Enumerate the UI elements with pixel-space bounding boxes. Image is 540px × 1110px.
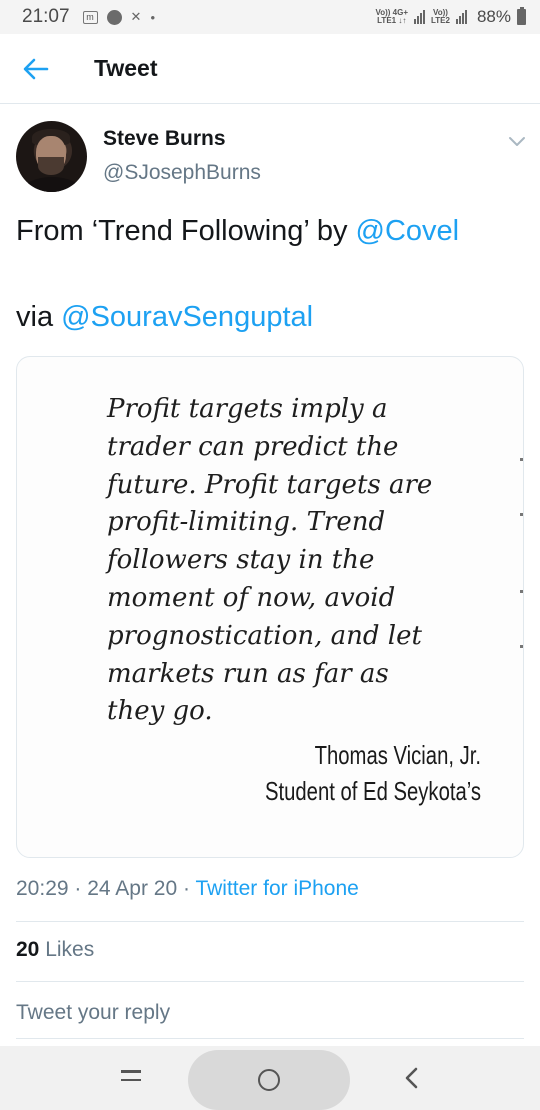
battery-icon <box>517 7 526 25</box>
quote-line: moment of now, avoid <box>107 582 396 613</box>
quote-line: markets run as far as <box>107 658 389 689</box>
likes-count[interactable]: 20 Likes <box>16 938 94 962</box>
home-icon <box>258 1069 280 1091</box>
tweet-text-prefix: From ‘Trend Following’ by <box>16 215 356 247</box>
divider <box>16 981 524 982</box>
tweet-text-line-2: via @SouravSenguptal <box>16 296 526 339</box>
recent-apps-button[interactable] <box>121 1070 141 1084</box>
missed-call-icon: ✕ <box>130 9 142 24</box>
tweet-text: From ‘Trend Following’ by @Covel via @So… <box>16 210 526 339</box>
quote-line: profit-limiting. Trend <box>107 507 386 538</box>
tweet-time: 20:29 <box>16 877 69 900</box>
arrow-left-icon <box>23 58 49 79</box>
mention-link-sourav[interactable]: @SouravSenguptal <box>61 301 313 333</box>
attribution-role: Student of Ed Seykota’s <box>264 776 481 806</box>
quote-line: they go. <box>107 696 213 727</box>
tweet-source-link[interactable]: Twitter for iPhone <box>195 877 358 900</box>
quote-text: Profit targets imply a trader can predic… <box>107 391 487 731</box>
author-display-name[interactable]: Steve Burns <box>103 127 226 151</box>
home-button[interactable] <box>188 1050 350 1110</box>
notification-icons: m ✕ • <box>82 9 156 25</box>
tweet-image[interactable]: Profit targets imply a trader can predic… <box>16 356 524 858</box>
message-notification-icon: m <box>82 10 98 24</box>
reply-input[interactable]: Tweet your reply <box>16 1001 170 1025</box>
avatar[interactable] <box>16 121 87 192</box>
quote-line: followers stay in the <box>107 545 375 576</box>
back-nav-icon[interactable] <box>402 1066 422 1090</box>
mention-link-covel[interactable]: @Covel <box>356 215 460 247</box>
page-edge-mark <box>520 458 523 461</box>
author-handle[interactable]: @SJosephBurns <box>103 161 261 185</box>
quote-line: prognostication, and let <box>107 620 422 651</box>
back-button[interactable] <box>0 34 72 104</box>
signal-icon <box>455 10 467 24</box>
divider <box>16 921 524 922</box>
divider <box>16 1038 524 1039</box>
quote-line: Profit targets imply a <box>107 394 388 424</box>
tweet-date: 24 Apr 20 <box>87 877 178 900</box>
page-title: Tweet <box>94 55 158 81</box>
tweet-text-via: via <box>16 301 62 333</box>
chevron-down-icon[interactable] <box>506 132 528 150</box>
status-time: 21:07 <box>22 6 70 27</box>
attribution-name: Thomas Vician, Jr. <box>314 740 481 770</box>
tweet-timestamp: 20:29 · 24 Apr 20 · Twitter for iPhone <box>16 877 359 900</box>
status-bar: 21:07 m ✕ • Vo)) 4G+ LTE1 ↓↑ Vo)) LTE2 88% <box>0 0 540 34</box>
app-header: Tweet <box>0 34 540 104</box>
status-indicators: Vo)) 4G+ LTE1 ↓↑ Vo)) LTE2 88% <box>375 7 526 27</box>
likes-label: Likes <box>45 938 95 961</box>
quote-line: trader can predict the <box>107 431 399 462</box>
tweet-text-line-1: From ‘Trend Following’ by @Covel <box>16 210 526 253</box>
tweet-detail-screen: 21:07 m ✕ • Vo)) 4G+ LTE1 ↓↑ Vo)) LTE2 88% <box>0 0 540 1110</box>
quote-attribution: Thomas Vician, Jr. Student of Ed Seykota… <box>265 737 481 809</box>
sim1-network-icon: Vo)) 4G+ LTE1 ↓↑ <box>375 8 408 25</box>
sim2-network-icon: Vo)) LTE2 <box>431 8 450 25</box>
page-edge-mark <box>520 513 523 516</box>
app-notification-icon <box>106 9 122 25</box>
page-edge-mark <box>520 590 523 593</box>
system-nav-bar <box>0 1046 540 1110</box>
battery-percent: 88% <box>476 7 511 26</box>
likes-number: 20 <box>16 938 40 961</box>
page-edge-mark <box>520 645 523 648</box>
more-notifications-icon: • <box>150 9 156 25</box>
signal-icon <box>414 10 425 24</box>
quote-line: future. Profit targets are <box>107 469 433 500</box>
